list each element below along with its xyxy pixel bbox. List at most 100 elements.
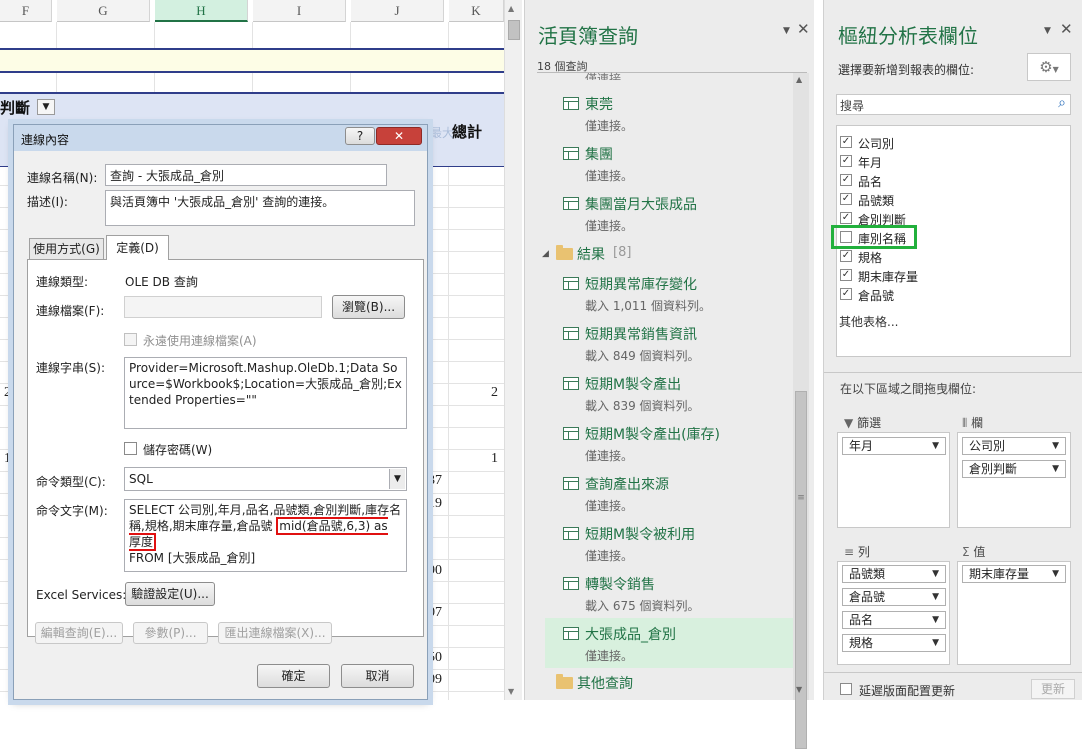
cell-value[interactable]: 1	[491, 451, 498, 467]
defer-update-checkbox[interactable]	[840, 683, 852, 695]
chevron-down-icon[interactable]: ▼	[932, 612, 939, 628]
query-item-name[interactable]: 東莞	[585, 94, 613, 114]
cell-value[interactable]: 90	[428, 563, 442, 579]
query-group-name[interactable]: 其他查詢	[577, 673, 633, 693]
chevron-down-icon[interactable]: ▼	[1052, 461, 1059, 477]
close-pane-icon[interactable]: ✕	[797, 20, 810, 38]
browse-button[interactable]: 瀏覽(B)...	[332, 295, 405, 319]
field-checkbox[interactable]: ✓	[840, 250, 852, 262]
query-group-name[interactable]: 結果	[577, 244, 605, 264]
rows-field-chip[interactable]: 品號類 ▼	[842, 565, 946, 583]
always-use-file-checkbox[interactable]	[124, 333, 137, 346]
scroll-thumb[interactable]	[795, 391, 807, 749]
ok-button[interactable]: 確定	[257, 664, 330, 688]
command-type-select[interactable]: SQL ▼	[124, 467, 407, 491]
connection-name-field[interactable]: 查詢 - 大張成品_倉別	[105, 164, 387, 186]
column-header-i[interactable]: I	[253, 0, 346, 22]
field-checkbox[interactable]: ✓	[840, 269, 852, 281]
field-label[interactable]: 規格	[858, 249, 882, 266]
chevron-down-icon[interactable]: ▼	[932, 438, 939, 454]
chevron-down-icon[interactable]: ▼	[1052, 438, 1059, 454]
cell-value[interactable]: 07	[428, 605, 442, 621]
query-item-name[interactable]: 集團當月大張成品	[585, 194, 697, 214]
query-item-name[interactable]: 短期異常銷售資訊	[585, 324, 697, 344]
query-item-name[interactable]: 短期M製令產出	[585, 374, 681, 394]
connection-string-field[interactable]: Provider=Microsoft.Mashup.OleDb.1;Data S…	[124, 357, 407, 429]
tab-usage[interactable]: 使用方式(G)	[29, 238, 104, 259]
save-password-checkbox[interactable]	[124, 442, 137, 455]
more-tables-link[interactable]: 其他表格...	[839, 313, 898, 330]
scroll-up-arrow-icon[interactable]: ▲	[508, 4, 514, 13]
description-field[interactable]: 與活頁簿中 '大張成品_倉別' 查詢的連接。	[105, 190, 415, 226]
field-checkbox[interactable]: ✓	[840, 174, 852, 186]
help-button[interactable]: ?	[345, 127, 375, 145]
field-checkbox[interactable]: ✓	[840, 288, 852, 300]
scroll-thumb[interactable]	[508, 20, 520, 40]
cell-value[interactable]: 19	[428, 496, 442, 512]
query-item-name[interactable]: 查詢產出來源	[585, 474, 669, 494]
field-checkbox[interactable]: ✓	[840, 193, 852, 205]
auth-settings-button[interactable]: 驗證設定(U)...	[125, 582, 215, 606]
column-header-k[interactable]: K	[449, 0, 504, 22]
pane-options-icon[interactable]: ▼	[783, 26, 790, 36]
cell-value[interactable]: 09	[428, 672, 442, 688]
query-item-name[interactable]: 短期M製令產出(庫存)	[585, 424, 720, 444]
cell-value[interactable]: 37	[428, 473, 442, 489]
update-button[interactable]: 更新	[1031, 679, 1075, 699]
query-item-name[interactable]: 短期M製令被利用	[585, 524, 695, 544]
command-text-field[interactable]: SELECT 公司別,年月,品名,品號類,倉別判斷,庫存名稱,規格,期末庫存量,…	[124, 499, 407, 572]
close-button[interactable]: ✕	[376, 127, 422, 145]
edit-query-button[interactable]: 編輯查詢(E)...	[35, 622, 123, 644]
query-item-name[interactable]: 集團	[585, 144, 613, 164]
filters-field-chip[interactable]: 年月 ▼	[842, 437, 946, 455]
close-pane-icon[interactable]: ✕	[1060, 20, 1073, 38]
column-header-h[interactable]: H	[155, 0, 248, 22]
columns-field-chip[interactable]: 倉別判斷 ▼	[962, 460, 1066, 478]
gear-icon[interactable]: ⚙▼	[1027, 53, 1071, 81]
cancel-button[interactable]: 取消	[341, 664, 414, 688]
field-checkbox[interactable]: ✓	[840, 155, 852, 167]
field-label[interactable]: 年月	[858, 154, 882, 171]
tab-definition[interactable]: 定義(D)	[106, 235, 169, 260]
collapse-triangle-icon[interactable]: ◢	[542, 249, 549, 259]
query-item-name[interactable]: 大張成品_倉別	[585, 624, 676, 644]
field-search-input[interactable]: 搜尋 ⌕	[836, 94, 1071, 115]
chevron-down-icon[interactable]: ▼	[1052, 566, 1059, 582]
search-icon[interactable]: ⌕	[1058, 95, 1066, 111]
field-label[interactable]: 品號類	[858, 192, 894, 209]
sheet-vertical-scrollbar[interactable]: ▲ ▼	[504, 0, 522, 700]
values-field-chip[interactable]: 期末庫存量 ▼	[962, 565, 1066, 583]
field-label[interactable]: 期末庫存量	[858, 268, 918, 285]
rows-field-chip[interactable]: 倉品號 ▼	[842, 588, 946, 606]
cell-value[interactable]: 1	[4, 451, 11, 467]
rows-field-chip[interactable]: 品名 ▼	[842, 611, 946, 629]
cell-value[interactable]: 2	[491, 385, 498, 401]
filter-dropdown-button[interactable]: ▼	[37, 99, 55, 115]
scroll-up-arrow-icon[interactable]: ▲	[796, 75, 802, 84]
field-label[interactable]: 公司別	[858, 135, 894, 152]
scroll-down-arrow-icon[interactable]: ▼	[508, 687, 514, 696]
column-header-j[interactable]: J	[351, 0, 444, 22]
field-label[interactable]: 品名	[858, 173, 882, 190]
field-checkbox[interactable]: ✓	[840, 212, 852, 224]
pane-options-icon[interactable]: ▼	[1044, 26, 1051, 36]
cell-value[interactable]: 50	[428, 650, 442, 666]
field-label[interactable]: 倉品號	[858, 287, 894, 304]
chevron-down-icon[interactable]: ▼	[932, 635, 939, 651]
chevron-down-icon[interactable]: ▼	[932, 566, 939, 582]
export-connection-file-button[interactable]: 匯出連線檔案(X)...	[218, 622, 332, 644]
rows-field-chip[interactable]: 規格 ▼	[842, 634, 946, 652]
cell-value[interactable]: 2	[4, 385, 11, 401]
column-header-f[interactable]: F	[0, 0, 52, 22]
scroll-down-arrow-icon[interactable]: ▼	[796, 685, 802, 694]
query-item-name[interactable]: 轉製令銷售	[585, 574, 655, 594]
queries-scrollbar[interactable]: ▲ ≡ ▼	[793, 73, 809, 749]
connection-type-label: 連線類型:	[36, 275, 89, 289]
chevron-down-icon[interactable]: ▼	[389, 469, 405, 489]
parameters-button[interactable]: 參數(P)...	[133, 622, 208, 644]
query-item-name[interactable]: 短期異常庫存變化	[585, 274, 697, 294]
column-header-g[interactable]: G	[57, 0, 150, 22]
columns-field-chip[interactable]: 公司別 ▼	[962, 437, 1066, 455]
field-checkbox[interactable]: ✓	[840, 136, 852, 148]
chevron-down-icon[interactable]: ▼	[932, 589, 939, 605]
